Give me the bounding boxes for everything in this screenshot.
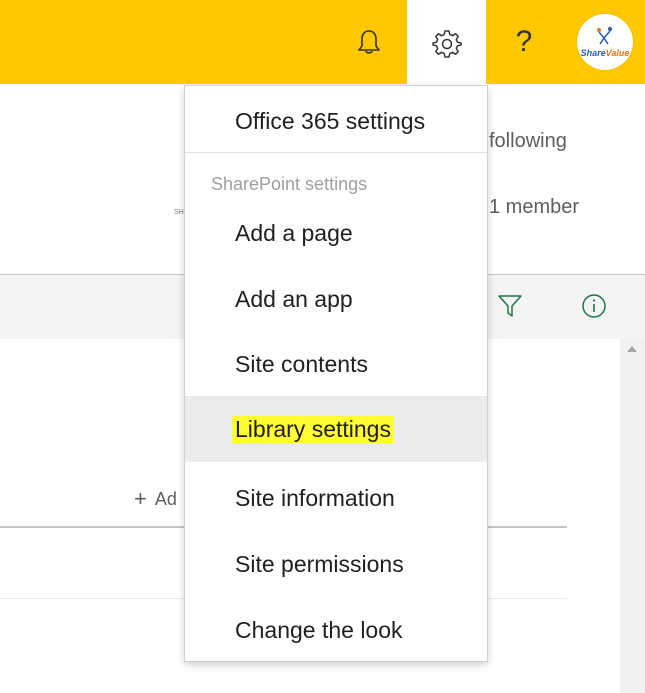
menu-item-library-settings[interactable]: Library settings [185, 396, 487, 462]
site-logo-fragment: SH [174, 209, 184, 216]
menu-item-site-information[interactable]: Site information [185, 465, 487, 531]
info-pane-button[interactable] [578, 290, 610, 322]
scroll-up-arrow-icon[interactable] [627, 346, 637, 352]
menu-item-site-permissions[interactable]: Site permissions [185, 531, 487, 597]
logo-text-value: Value [605, 48, 630, 58]
member-count[interactable]: 1 member [489, 196, 579, 219]
menu-item-label: Office 365 settings [235, 107, 426, 134]
help-icon: ? [515, 25, 533, 58]
menu-item-site-contents[interactable]: Site contents [185, 331, 487, 397]
menu-item-change-look[interactable]: Change the look [185, 597, 487, 663]
menu-item-label-highlighted: Library settings [232, 415, 394, 443]
menu-item-label: Add an app [235, 285, 353, 312]
help-button[interactable]: ? [496, 0, 552, 84]
menu-item-office365-settings[interactable]: Office 365 settings [185, 88, 487, 154]
account-avatar-button[interactable]: ShareValue [570, 0, 640, 84]
menu-item-label: Site information [235, 484, 395, 511]
bell-icon [358, 30, 380, 54]
menu-item-label: Change the look [235, 616, 403, 643]
avatar-logo-text: ShareValue [581, 48, 630, 58]
menu-item-add-page[interactable]: Add a page [185, 200, 487, 266]
gear-icon [431, 30, 462, 58]
sharevalue-logo-icon [597, 27, 612, 45]
filter-icon [498, 295, 522, 317]
notifications-button[interactable] [340, 0, 398, 84]
filter-button[interactable] [494, 290, 526, 322]
add-column-button[interactable]: + Ad [134, 486, 177, 512]
info-icon [582, 294, 606, 318]
menu-divider [185, 152, 487, 153]
vertical-scrollbar[interactable] [620, 339, 645, 693]
settings-menu: Office 365 settings SharePoint settings … [184, 85, 488, 662]
menu-section-sharepoint: SharePoint settings [211, 174, 368, 194]
avatar: ShareValue [577, 14, 633, 70]
plus-icon: + [134, 486, 147, 511]
menu-item-add-app[interactable]: Add an app [185, 266, 487, 332]
settings-button[interactable] [407, 0, 486, 88]
following-status[interactable]: following [489, 130, 567, 153]
menu-item-label: Add a page [235, 219, 353, 246]
menu-item-label: Site contents [235, 350, 368, 377]
menu-item-label: Site permissions [235, 550, 404, 577]
add-column-label: Ad [154, 488, 177, 509]
logo-text-share: Share [580, 48, 606, 58]
